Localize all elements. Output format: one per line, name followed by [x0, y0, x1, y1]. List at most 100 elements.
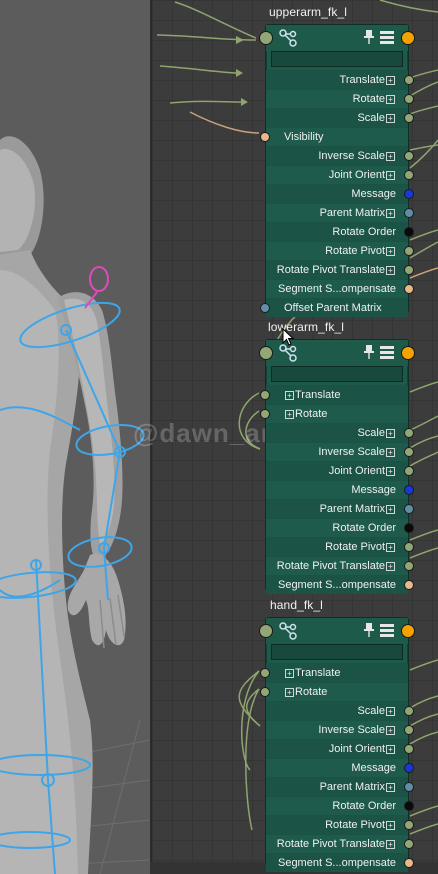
expand-icon[interactable]: + [386, 725, 395, 735]
expand-icon[interactable]: + [386, 208, 395, 218]
expand-icon[interactable]: + [386, 113, 395, 123]
attribute-row[interactable]: Scale + [266, 701, 414, 720]
output-port[interactable] [401, 31, 415, 45]
attribute-output-port[interactable] [404, 208, 414, 218]
attribute-output-port[interactable] [404, 284, 414, 294]
attribute-output-port[interactable] [404, 801, 414, 811]
expand-icon[interactable]: + [386, 75, 395, 85]
attribute-input-port[interactable] [260, 687, 270, 697]
expand-icon[interactable]: + [386, 542, 395, 552]
input-port[interactable] [259, 346, 273, 360]
attribute-row[interactable]: Rotate Order [266, 796, 414, 815]
expand-icon[interactable]: + [386, 561, 395, 571]
attribute-input-port[interactable] [260, 303, 270, 313]
attribute-row[interactable]: Message [266, 480, 414, 499]
attribute-filter-field[interactable] [271, 644, 403, 660]
attribute-row[interactable]: Message [266, 758, 414, 777]
expand-icon[interactable]: + [386, 820, 395, 830]
attribute-row[interactable]: Scale + [266, 423, 414, 442]
node-title-lowerarm[interactable]: lowerarm_fk_l [268, 320, 344, 334]
attribute-row[interactable]: Segment S...ompensate [266, 853, 414, 872]
expand-icon[interactable]: + [386, 170, 395, 180]
expand-icon[interactable]: + [386, 151, 395, 161]
expand-icon[interactable]: + [285, 668, 294, 678]
node-title-upperarm[interactable]: upperarm_fk_l [269, 5, 347, 19]
attribute-output-port[interactable] [404, 858, 414, 868]
attribute-row[interactable]: + Rotate [260, 682, 408, 701]
attribute-input-port[interactable] [260, 390, 270, 400]
output-port[interactable] [401, 624, 415, 638]
3d-viewport[interactable] [0, 0, 150, 874]
attribute-row[interactable]: + Translate [260, 385, 408, 404]
attribute-row[interactable]: Rotate Pivot + [266, 815, 414, 834]
attribute-input-port[interactable] [260, 668, 270, 678]
attribute-output-port[interactable] [404, 265, 414, 275]
pin-icon[interactable] [364, 623, 374, 637]
attribute-row[interactable]: Rotate + [266, 89, 414, 108]
attribute-row[interactable]: Segment S...ompensate [266, 575, 414, 594]
attribute-row[interactable]: Inverse Scale + [266, 442, 414, 461]
attribute-output-port[interactable] [404, 189, 414, 199]
expand-icon[interactable]: + [386, 94, 395, 104]
attribute-output-port[interactable] [404, 839, 414, 849]
attribute-filter-field[interactable] [271, 366, 403, 382]
attribute-output-port[interactable] [404, 466, 414, 476]
attribute-output-port[interactable] [404, 428, 414, 438]
attribute-output-port[interactable] [404, 170, 414, 180]
input-port[interactable] [259, 624, 273, 638]
expand-icon[interactable]: + [285, 409, 294, 419]
attribute-row[interactable]: Inverse Scale + [266, 146, 414, 165]
expand-icon[interactable]: + [386, 706, 395, 716]
attribute-row[interactable]: Rotate Pivot + [266, 241, 414, 260]
pin-icon[interactable] [364, 345, 374, 359]
input-port[interactable] [259, 31, 273, 45]
attribute-row[interactable]: + Translate [260, 663, 408, 682]
expand-icon[interactable]: + [386, 744, 395, 754]
expand-icon[interactable]: + [386, 428, 395, 438]
expand-icon[interactable]: + [386, 839, 395, 849]
attribute-output-port[interactable] [404, 75, 414, 85]
attribute-row[interactable]: Joint Orient + [266, 165, 414, 184]
attribute-output-port[interactable] [404, 246, 414, 256]
expand-icon[interactable]: + [386, 265, 395, 275]
attribute-output-port[interactable] [404, 94, 414, 104]
attribute-output-port[interactable] [404, 485, 414, 495]
node-header[interactable] [259, 618, 415, 644]
attribute-filter-field[interactable] [271, 51, 403, 67]
expand-icon[interactable]: + [386, 504, 395, 514]
attribute-output-port[interactable] [404, 763, 414, 773]
attribute-input-port[interactable] [260, 132, 270, 142]
attribute-list-icon[interactable] [380, 624, 394, 637]
attribute-row[interactable]: Rotate Order [266, 518, 414, 537]
expand-icon[interactable]: + [285, 687, 294, 697]
expand-icon[interactable]: + [386, 447, 395, 457]
attribute-row[interactable]: Offset Parent Matrix [260, 298, 408, 317]
attribute-output-port[interactable] [404, 113, 414, 123]
attribute-output-port[interactable] [404, 227, 414, 237]
attribute-output-port[interactable] [404, 504, 414, 514]
attribute-row[interactable]: Parent Matrix + [266, 499, 414, 518]
attribute-output-port[interactable] [404, 782, 414, 792]
attribute-row[interactable]: Parent Matrix + [266, 777, 414, 796]
attribute-output-port[interactable] [404, 542, 414, 552]
attribute-row[interactable]: Segment S...ompensate [266, 279, 414, 298]
expand-icon[interactable]: + [386, 782, 395, 792]
pin-icon[interactable] [364, 30, 374, 44]
attribute-output-port[interactable] [404, 447, 414, 457]
attribute-list-icon[interactable] [380, 346, 394, 359]
attribute-output-port[interactable] [404, 523, 414, 533]
attribute-row[interactable]: Translate + [266, 70, 414, 89]
node-lowerarm-fk-l[interactable]: + Translate + Rotate Scale + Inverse Scale + Joi… [259, 339, 415, 594]
attribute-row[interactable]: Rotate Order [266, 222, 414, 241]
node-title-hand[interactable]: hand_fk_l [270, 598, 323, 612]
node-upperarm-fk-l[interactable]: Translate + Rotate + Scale + Visibility Inverse… [259, 24, 415, 317]
attribute-row[interactable]: Message [266, 184, 414, 203]
attribute-row[interactable]: Rotate Pivot Translate + [266, 834, 414, 853]
expand-icon[interactable]: + [386, 246, 395, 256]
expand-icon[interactable]: + [386, 466, 395, 476]
node-header[interactable] [259, 25, 415, 51]
attribute-input-port[interactable] [260, 409, 270, 419]
attribute-row[interactable]: Scale + [266, 108, 414, 127]
attribute-output-port[interactable] [404, 744, 414, 754]
attribute-row[interactable]: Inverse Scale + [266, 720, 414, 739]
